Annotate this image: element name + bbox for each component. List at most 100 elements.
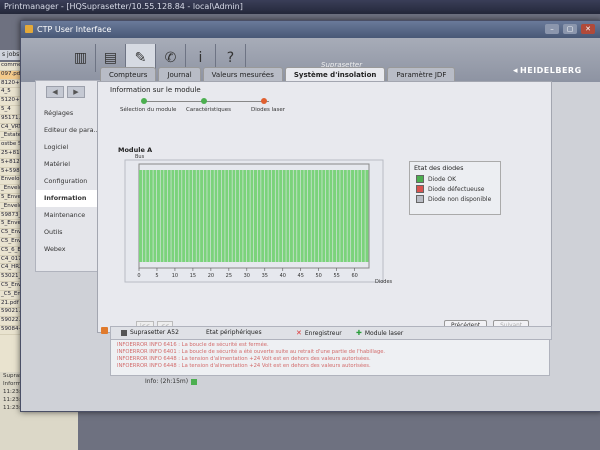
- tab-bar: Compteurs Journal Valeurs mesurées Système …: [100, 67, 456, 82]
- legend-label: Diode défectueuse: [428, 185, 485, 193]
- diode-cell: [218, 170, 222, 262]
- diode-cell: [232, 170, 236, 262]
- diode-cell: [293, 170, 297, 262]
- legend-label: Diode OK: [428, 175, 457, 183]
- status-segment-label: Module laser: [364, 329, 404, 337]
- diode-cell: [264, 170, 268, 262]
- diode-cell: [250, 170, 254, 262]
- wizard-step-3-dot[interactable]: [261, 98, 267, 104]
- maximize-button[interactable]: ▢: [563, 24, 577, 34]
- diode-cell: [343, 170, 347, 262]
- status-segment[interactable]: Suprasetter A52: [121, 329, 179, 336]
- diode-cell: [354, 170, 358, 262]
- diode-cell: [351, 170, 355, 262]
- back-arrow-icon[interactable]: ◀: [46, 86, 64, 98]
- x-tick-label: 45: [298, 273, 304, 279]
- diode-cell: [189, 170, 193, 262]
- legend-title: Etat des diodes: [414, 164, 464, 172]
- diode-cell: [329, 170, 333, 262]
- legend-item: Diode OK: [410, 174, 500, 184]
- diode-cell: [153, 170, 157, 262]
- minimize-button[interactable]: –: [545, 24, 559, 34]
- status-segment[interactable]: Etat périphériques: [206, 329, 262, 336]
- diode-cell: [347, 170, 351, 262]
- diode-cell: [196, 170, 200, 262]
- forward-arrow-icon[interactable]: ▶: [67, 86, 85, 98]
- close-button[interactable]: ✕: [581, 24, 595, 34]
- module-title: Module A: [118, 146, 153, 154]
- diode-cell: [271, 170, 275, 262]
- diode-legend: Etat des diodes Diode OK Diode défectueus…: [409, 161, 501, 215]
- status-segment-label: Suprasetter A52: [130, 329, 179, 336]
- y-axis-label: Bus: [135, 154, 145, 160]
- legend-swatch: [416, 185, 424, 193]
- x-axis-label: Diodes: [375, 279, 393, 285]
- diode-cell: [171, 170, 175, 262]
- warning-icon[interactable]: [101, 327, 108, 334]
- diode-cell: [268, 170, 272, 262]
- diode-cell: [214, 170, 218, 262]
- x-tick-label: 25: [226, 273, 232, 279]
- diode-cell: [279, 170, 283, 262]
- info-ok-icon: [191, 378, 198, 385]
- diode-cell: [182, 170, 186, 262]
- diode-cell: [239, 170, 243, 262]
- x-tick-label: 35: [262, 273, 268, 279]
- app-icon: [25, 25, 33, 33]
- diode-cell: [236, 170, 240, 262]
- x-tick-label: 10: [172, 273, 178, 279]
- info-text: Info: (2h:15m): [145, 378, 189, 385]
- diode-cell: [185, 170, 189, 262]
- diode-cell: [358, 170, 362, 262]
- error-x-icon: ✕: [296, 329, 302, 337]
- tab[interactable]: Compteurs: [100, 67, 157, 82]
- diode-cell: [225, 170, 229, 262]
- diode-cell: [361, 170, 365, 262]
- x-tick-label: 60: [351, 273, 357, 279]
- x-tick-label: 30: [244, 273, 250, 279]
- diode-cell: [142, 170, 146, 262]
- window-title: CTP User Interface: [37, 25, 112, 34]
- tab[interactable]: Paramètre JDF: [387, 67, 456, 82]
- status-segment[interactable]: ✚ Module laser: [356, 329, 403, 337]
- log-line: INFOERROR INFO 6401 : La boucle de sécur…: [117, 349, 386, 355]
- diode-cell: [200, 170, 204, 262]
- log-line: INFOERROR INFO 6448 : La tension d'alime…: [117, 363, 371, 369]
- diode-cell: [275, 170, 279, 262]
- diode-cell: [261, 170, 265, 262]
- status-segment[interactable]: ✕ Enregistreur: [296, 329, 342, 337]
- diode-cell: [164, 170, 168, 262]
- diode-cell: [289, 170, 293, 262]
- wizard-step-2-dot[interactable]: [201, 98, 207, 104]
- heidelberg-logo: ◂ HEIDELBERG: [513, 66, 582, 76]
- log-line: INFOERROR INFO 6448 : La tension d'alime…: [117, 356, 371, 362]
- wizard-step-2-label: Caractéristiques: [186, 107, 231, 113]
- diode-chart: 0 5 10 15 20 25 30 35 40 45 50 55 60 Diodes Bus: [124, 154, 393, 285]
- diode-cell: [365, 170, 369, 262]
- x-tick-label: 5: [155, 273, 158, 279]
- wizard-step-1-dot[interactable]: [141, 98, 147, 104]
- jobs-icon[interactable]: ▥: [66, 44, 96, 72]
- diode-cell: [336, 170, 340, 262]
- legend-label: Diode non disponible: [428, 195, 492, 203]
- diode-cell: [149, 170, 153, 262]
- dialog-titlebar[interactable]: CTP User Interface – ▢ ✕: [21, 21, 600, 38]
- diode-cell: [203, 170, 207, 262]
- legend-swatch: [416, 195, 424, 203]
- diode-cell: [282, 170, 286, 262]
- tab[interactable]: Journal: [158, 67, 201, 82]
- tab[interactable]: Valeurs mesurées: [202, 67, 283, 82]
- diode-cell: [174, 170, 178, 262]
- diode-cell: [156, 170, 160, 262]
- status-bar: Suprasetter A52 Etat périphériques ✕ Enregi…: [110, 326, 552, 340]
- diode-cell: [254, 170, 257, 262]
- x-tick-label: 50: [316, 273, 322, 279]
- x-tick-label: 0: [137, 273, 140, 279]
- tab[interactable]: Système d'insolation: [284, 67, 386, 82]
- diode-cell: [246, 170, 250, 262]
- diode-cell: [304, 170, 308, 262]
- wizard-step-3-label: Diodes laser: [251, 107, 286, 113]
- diode-cell: [311, 170, 315, 262]
- diode-cell: [207, 170, 211, 262]
- legend-item: Diode non disponible: [410, 194, 500, 204]
